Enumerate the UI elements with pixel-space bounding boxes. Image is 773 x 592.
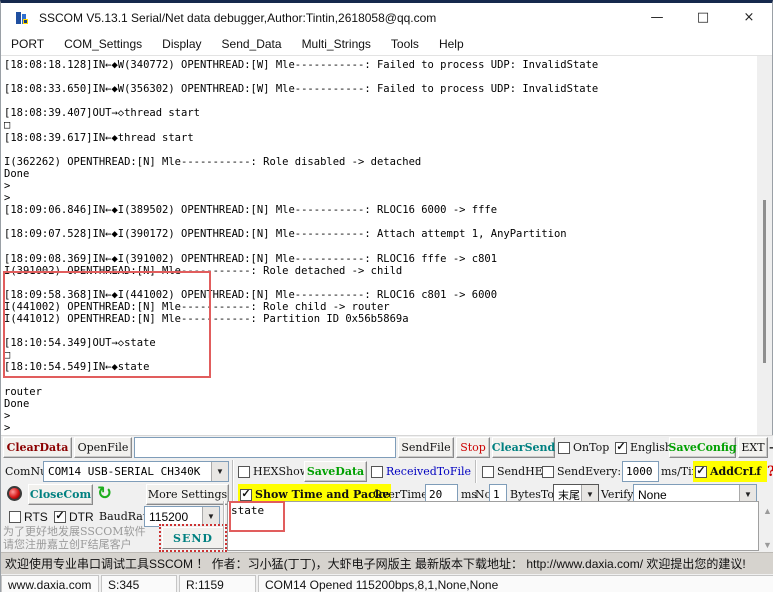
send-button[interactable]: SEND [159,524,227,552]
baudrate-value: 115200 [145,510,202,524]
dtr-checkbox-box [54,511,66,523]
ontop-checkbox[interactable]: OnTop [558,437,609,458]
promo-text: 为了更好地发展SSCOM软件 请您注册嘉立创F结尾客户 [3,525,146,551]
hexshow-checkbox-box [238,466,250,478]
clear-send-button[interactable]: ClearSend [492,437,555,458]
menu-tools[interactable]: Tools [381,33,429,55]
send-scroll-down-icon[interactable]: ▼ [761,540,773,550]
received-to-file-label: ReceivedToFile [386,465,471,478]
send-every-label: SendEvery: [557,465,621,478]
chevron-down-icon[interactable]: ▼ [211,462,228,481]
menu-send-data[interactable]: Send_Data [212,33,292,55]
send-interval-input[interactable] [622,461,659,482]
english-label: English [630,441,672,454]
hexshow-label: HEXShow [253,465,309,478]
ontop-checkbox-box [558,442,570,454]
stop-button[interactable]: Stop [456,437,490,458]
show-time-checkbox-box [240,489,252,501]
file-path-input[interactable] [134,437,396,458]
dtr-checkbox[interactable]: DTR [54,506,94,527]
divider [223,501,225,553]
promo-line1: 为了更好地发展SSCOM软件 [3,525,146,538]
send-every-checkbox[interactable]: SendEvery: [542,461,621,482]
send-button-label: SEND [162,527,224,549]
divider [232,460,234,483]
status-sent-count: S:345 [101,575,177,592]
annotation-rect-send [229,501,285,532]
save-data-button[interactable]: SaveData [304,461,367,482]
send-every-checkbox-box [542,466,554,478]
received-to-file-checkbox[interactable]: ReceivedToFile [371,461,471,482]
menu-help[interactable]: Help [429,33,474,55]
more-settings-button[interactable]: More Settings [146,484,229,505]
status-received-count: R:1159 [179,575,256,592]
show-time-label: Show Time and Packe [255,488,389,501]
ontop-label: OnTop [573,441,609,454]
menu-bar: PORT COM_Settings Display Send_Data Mult… [1,32,772,56]
promo-line2: 请您注册嘉立创F结尾客户 [3,538,146,551]
english-checkbox[interactable]: English [615,437,672,458]
hexshow-checkbox[interactable]: HEXShow [238,461,309,482]
minimize-button[interactable]: — [634,3,680,32]
rts-label: RTS [24,510,48,524]
send-scroll-up-icon[interactable]: ▲ [761,506,773,516]
port-status-led-icon [7,486,22,501]
add-crlf-checkbox-box [695,466,707,478]
help-question-mark: ? [767,464,773,480]
app-window: SSCOM V5.13.1 Serial/Net data debugger,A… [0,0,773,592]
ext-button[interactable]: EXT [738,437,768,458]
add-crlf-label: AddCrLf [710,465,761,478]
status-website: www.daxia.com [1,575,99,592]
verify-value: None [634,488,739,502]
terminal-output[interactable]: [18:08:18.128]IN←◆W(340772) OPENTHREAD:[… [1,56,759,435]
menu-multi-strings[interactable]: Multi_Strings [292,33,381,55]
send-hex-checkbox-box [482,466,494,478]
dtr-label: DTR [69,510,94,524]
control-panel: ClearData OpenFile SendFile Stop ClearSe… [1,435,773,552]
banner-text: 欢迎使用专业串口调试工具SSCOM ！ 作者：习小猛(丁丁)，大虾电子网版主 最… [5,555,746,572]
annotation-rect-terminal [3,271,211,378]
baudrate-label: BaudRat [99,506,147,527]
maximize-button[interactable]: □ [680,3,726,32]
status-bar: www.daxia.com S:345 R:1159 COM14 Opened … [1,574,773,592]
divider [475,460,477,483]
status-port-info: COM14 Opened 115200bps,8,1,None,None [258,575,773,592]
send-file-button[interactable]: SendFile [398,437,454,458]
english-checkbox-box [615,442,627,454]
menu-display[interactable]: Display [152,33,211,55]
rts-checkbox[interactable]: RTS [9,506,48,527]
rts-checkbox-box [9,511,21,523]
window-title: SSCOM V5.13.1 Serial/Net data debugger,A… [39,11,436,25]
add-crlf-checkbox[interactable]: AddCrLf [693,461,767,482]
menu-port[interactable]: PORT [1,33,54,55]
send-hex-checkbox[interactable]: SendHEX [482,461,551,482]
open-file-button[interactable]: OpenFile [74,437,132,458]
send-text-input[interactable]: state [227,501,759,551]
title-bar: SSCOM V5.13.1 Serial/Net data debugger,A… [1,3,772,32]
close-com-button[interactable]: CloseCom [28,484,93,505]
com-port-value: COM14 USB-SERIAL CH340K [44,465,211,478]
collapse-panel-button[interactable]: — [769,437,773,458]
app-icon [15,10,31,26]
terminal-scrollbar-thumb[interactable] [763,200,766,363]
menu-com-settings[interactable]: COM_Settings [54,33,152,55]
refresh-ports-icon[interactable]: ↻ [97,484,112,504]
clear-data-button[interactable]: ClearData [3,437,72,458]
save-config-button[interactable]: SaveConfig [669,437,736,458]
close-button[interactable]: × [726,3,772,32]
com-port-select[interactable]: COM14 USB-SERIAL CH340K ▼ [43,461,229,482]
promo-banner: 欢迎使用专业串口调试工具SSCOM ！ 作者：习小猛(丁丁)，大虾电子网版主 最… [1,552,773,574]
received-to-file-checkbox-box [371,466,383,478]
